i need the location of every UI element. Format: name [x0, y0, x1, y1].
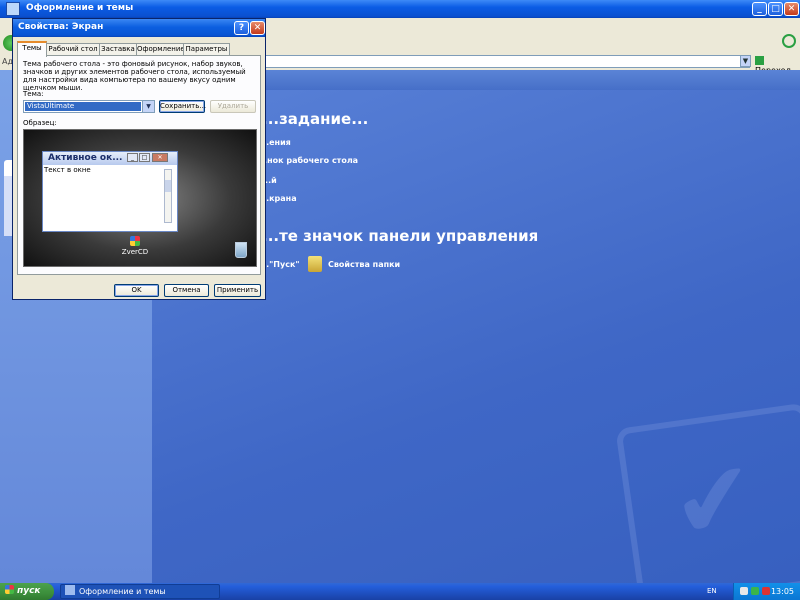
tab-themes[interactable]: Темы — [17, 41, 47, 57]
explorer-title: Оформление и темы — [26, 3, 134, 13]
preview-window-title: Активное ок... — [48, 153, 123, 163]
theme-select-value: VistaUltimate — [25, 102, 141, 111]
theme-select[interactable]: VistaUltimate ▼ — [23, 100, 155, 113]
start-button[interactable]: пуск — [0, 583, 54, 600]
section-heading-tasks: ...задание... — [262, 110, 369, 128]
themes-tab-panel: Тема рабочего стола - это фоновый рисуно… — [17, 55, 261, 275]
ok-button[interactable]: OK — [114, 284, 159, 297]
folder-options-icon[interactable] — [308, 256, 322, 272]
windows-flag-icon — [5, 585, 14, 594]
minimize-button[interactable]: _ — [752, 2, 767, 16]
taskbar: пуск Оформление и темы EN 13:05 — [0, 583, 800, 600]
tab-settings[interactable]: Параметры — [183, 43, 230, 55]
chevron-down-icon[interactable]: ▼ — [740, 55, 751, 67]
theme-label: Тема: — [23, 90, 44, 98]
go-arrow-icon — [755, 56, 764, 65]
folder-icon — [65, 585, 75, 595]
cancel-button[interactable]: Отмена — [164, 284, 209, 297]
tray-alert-icon[interactable] — [762, 587, 770, 595]
preview-window-title-bar: Активное ок... _ □ ✕ — [43, 152, 177, 165]
checkmark-watermark-icon — [615, 402, 800, 583]
preview-active-window: Активное ок... _ □ ✕ Текст в окне — [42, 151, 178, 232]
task-link[interactable]: ...нок рабочего стола — [258, 156, 358, 165]
delete-theme-button[interactable]: Удалить — [210, 100, 256, 113]
help-button[interactable]: ? — [234, 21, 249, 35]
display-properties-dialog: Свойства: Экран ? ✕ Темы Рабочий стол За… — [12, 18, 266, 300]
close-button[interactable]: ✕ — [784, 2, 799, 16]
folder-icon — [6, 2, 20, 16]
logo-text: ZverCD — [121, 248, 149, 256]
brand-logo-icon — [782, 34, 796, 48]
tab-desktop[interactable]: Рабочий стол — [46, 43, 100, 55]
system-tray: 13:05 — [733, 583, 800, 600]
sample-label: Образец: — [23, 119, 57, 127]
tray-security-icon[interactable] — [751, 587, 759, 595]
zvercd-logo: ZverCD — [117, 236, 153, 262]
save-theme-button[interactable]: Сохранить... — [159, 100, 206, 113]
recycle-bin-icon — [235, 242, 247, 258]
theme-preview: Активное ок... _ □ ✕ Текст в окне ZverCD — [23, 129, 257, 267]
start-label: пуск — [17, 586, 41, 596]
tray-app-icon[interactable] — [740, 587, 748, 595]
dialog-title: Свойства: Экран — [18, 22, 104, 32]
section-heading-icons: ...те значок панели управления — [262, 227, 539, 245]
tab-appearance[interactable]: Оформление — [136, 43, 185, 55]
maximize-button[interactable]: □ — [768, 2, 783, 16]
chevron-down-icon[interactable]: ▼ — [142, 101, 154, 112]
dialog-close-button[interactable]: ✕ — [250, 21, 265, 35]
apply-button[interactable]: Применить — [214, 284, 261, 297]
windows-flag-icon — [130, 236, 140, 246]
preview-maximize-icon: □ — [139, 153, 150, 162]
taskbar-item-appearance[interactable]: Оформление и темы — [60, 584, 220, 599]
theme-description: Тема рабочего стола - это фоновый рисуно… — [23, 60, 246, 92]
explorer-title-bar[interactable]: Оформление и темы _ □ ✕ — [0, 0, 800, 18]
language-indicator[interactable]: EN — [707, 587, 717, 595]
taskbar-item-label: Оформление и темы — [79, 587, 166, 596]
preview-scrollbar — [164, 169, 172, 223]
preview-minimize-icon: _ — [127, 153, 138, 162]
tab-screensaver[interactable]: Заставка — [99, 43, 137, 55]
dialog-title-bar[interactable]: Свойства: Экран ? ✕ — [13, 19, 265, 37]
clock[interactable]: 13:05 — [771, 587, 794, 596]
folder-options-link[interactable]: Свойства папки — [328, 260, 400, 269]
preview-close-icon: ✕ — [152, 153, 168, 162]
preview-window-text: Текст в окне — [44, 166, 91, 174]
